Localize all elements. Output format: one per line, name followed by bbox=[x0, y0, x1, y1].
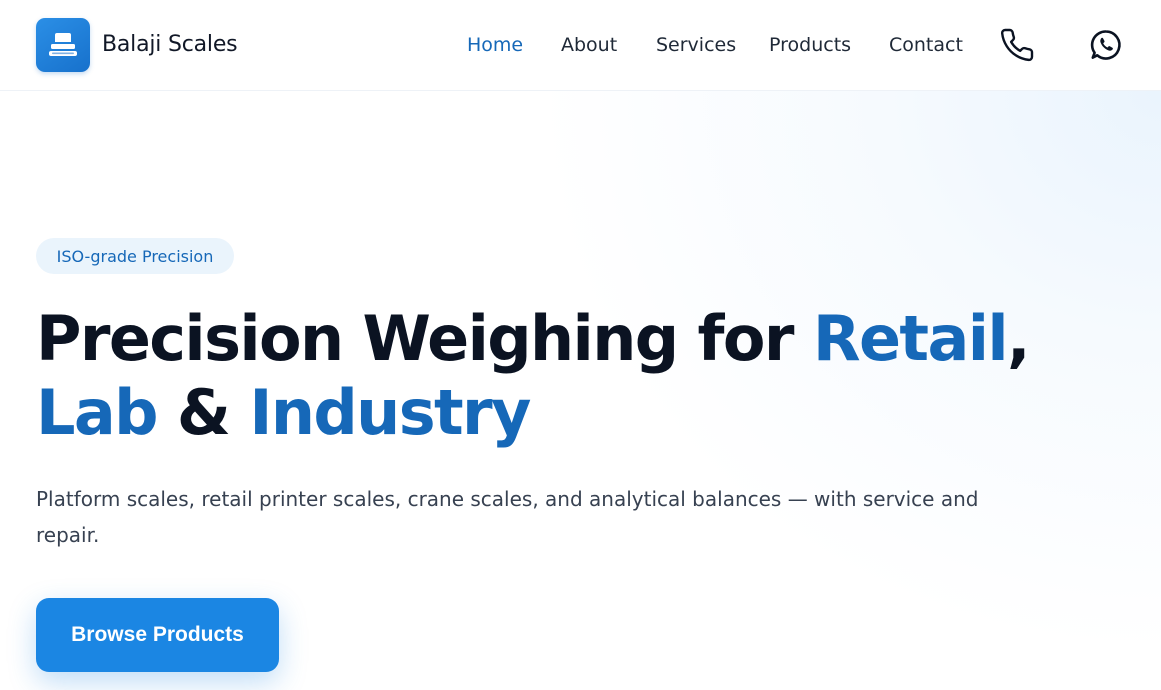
phone-icon[interactable] bbox=[999, 27, 1035, 63]
brand-name[interactable]: Balaji Scales bbox=[102, 32, 238, 57]
browse-products-button[interactable]: Browse Products bbox=[36, 598, 279, 672]
hero-subtext: Platform scales, retail printer scales, … bbox=[36, 487, 979, 547]
nav-products[interactable]: Products bbox=[769, 34, 851, 56]
nav-home[interactable]: Home bbox=[467, 34, 523, 56]
headline-accent-industry: Industry bbox=[249, 376, 531, 449]
headline-accent-retail: Retail bbox=[812, 302, 1009, 375]
nav-about[interactable]: About bbox=[561, 34, 617, 56]
hero-headline: Precision Weighing for Retail, Lab & Ind… bbox=[36, 302, 1146, 450]
scale-icon bbox=[49, 33, 77, 56]
whatsapp-icon[interactable] bbox=[1088, 27, 1124, 63]
headline-accent-lab: Lab bbox=[36, 376, 159, 449]
precision-badge: ISO-grade Precision bbox=[36, 238, 234, 274]
headline-ampersand: & bbox=[156, 376, 250, 449]
logo[interactable] bbox=[36, 18, 90, 72]
nav-services[interactable]: Services bbox=[656, 34, 736, 56]
headline-separator: , bbox=[1007, 302, 1031, 375]
headline-text: Precision Weighing for bbox=[36, 302, 813, 375]
site-header: Balaji Scales Home About Services Produc… bbox=[0, 0, 1161, 91]
nav-contact[interactable]: Contact bbox=[889, 34, 963, 56]
